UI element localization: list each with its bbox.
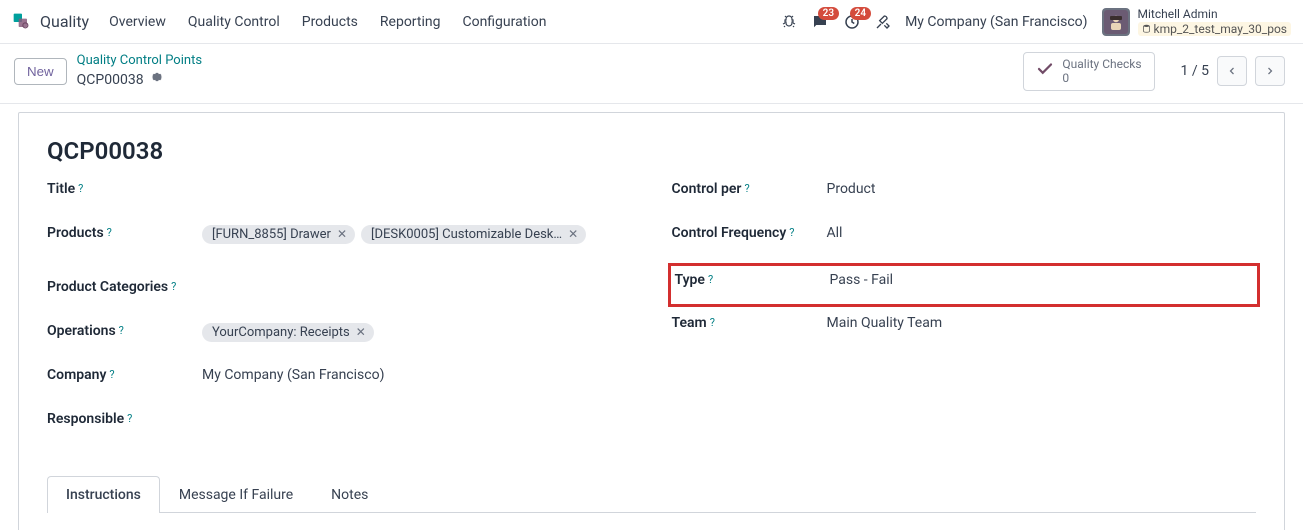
- field-operations[interactable]: YourCompany: Receipts ✕: [202, 323, 632, 342]
- label-type: Type ?: [675, 272, 830, 288]
- record-title: QCP00038: [47, 137, 1256, 165]
- nav-right: 23 24 My Company (San Francisco) Mitchel…: [781, 7, 1291, 36]
- label-products: Products ?: [47, 225, 202, 241]
- quality-checks-stat[interactable]: Quality Checks 0: [1023, 52, 1154, 91]
- chevron-right-icon: [1264, 65, 1276, 77]
- activities-icon[interactable]: 24: [843, 13, 861, 31]
- control-bar: New Quality Control Points QCP00038 Qual…: [0, 44, 1303, 104]
- messages-icon[interactable]: 23: [811, 13, 829, 31]
- tools-icon[interactable]: [875, 14, 891, 30]
- company-selector[interactable]: My Company (San Francisco): [905, 14, 1087, 30]
- help-icon[interactable]: ?: [127, 412, 132, 425]
- db-name: kmp_2_test_may_30_pos: [1138, 22, 1291, 36]
- label-operations: Operations ?: [47, 323, 202, 339]
- stat-label: Quality Checks: [1062, 57, 1141, 71]
- pager-text[interactable]: 1 / 5: [1181, 63, 1209, 79]
- activities-badge: 24: [850, 7, 871, 20]
- row-categories: Product Categories ?: [47, 279, 632, 305]
- product-tag[interactable]: [FURN_8855] Drawer ✕: [202, 225, 355, 244]
- tab-instructions[interactable]: Instructions: [47, 476, 160, 513]
- stat-texts: Quality Checks 0: [1062, 57, 1141, 86]
- row-frequency: Control Frequency ? All: [672, 225, 1257, 251]
- nav-quality-control[interactable]: Quality Control: [188, 14, 280, 30]
- tab-message-failure[interactable]: Message If Failure: [160, 476, 312, 513]
- help-icon[interactable]: ?: [107, 226, 112, 239]
- field-company[interactable]: My Company (San Francisco): [202, 367, 632, 383]
- row-control-per: Control per ? Product: [672, 181, 1257, 207]
- top-nav: Quality Overview Quality Control Product…: [0, 0, 1303, 44]
- pager-prev[interactable]: [1217, 56, 1247, 86]
- help-icon[interactable]: ?: [171, 280, 176, 293]
- sheet-scroll[interactable]: QCP00038 Title ? Products ? [FURN_8855] …: [0, 104, 1303, 530]
- close-icon[interactable]: ✕: [568, 227, 578, 241]
- tab-notes[interactable]: Notes: [312, 476, 387, 513]
- notebook-tabs: Instructions Message If Failure Notes: [47, 475, 1256, 513]
- label-company: Company ?: [47, 367, 202, 383]
- user-menu[interactable]: Mitchell Admin kmp_2_test_may_30_pos: [1102, 7, 1291, 36]
- help-icon[interactable]: ?: [710, 316, 715, 329]
- close-icon[interactable]: ✕: [356, 325, 366, 339]
- breadcrumb: Quality Control Points QCP00038: [77, 53, 202, 89]
- field-control-per[interactable]: Product: [827, 181, 1257, 197]
- user-name: Mitchell Admin: [1138, 7, 1291, 21]
- breadcrumb-parent[interactable]: Quality Control Points: [77, 53, 202, 70]
- operation-tag[interactable]: YourCompany: Receipts ✕: [202, 323, 374, 342]
- close-icon[interactable]: ✕: [337, 227, 347, 241]
- row-products: Products ? [FURN_8855] Drawer ✕ [DESK000…: [47, 225, 632, 251]
- help-icon[interactable]: ?: [78, 182, 83, 195]
- stat-count: 0: [1062, 71, 1141, 85]
- row-responsible: Responsible ?: [47, 411, 632, 437]
- avatar: [1102, 8, 1130, 36]
- label-team: Team ?: [672, 315, 827, 331]
- row-type: Type ? Pass - Fail: [675, 272, 1254, 298]
- help-icon[interactable]: ?: [789, 226, 794, 239]
- help-icon[interactable]: ?: [708, 273, 713, 286]
- app-name[interactable]: Quality: [40, 12, 89, 31]
- help-icon[interactable]: ?: [119, 324, 124, 337]
- nav-menu: Overview Quality Control Products Report…: [109, 14, 546, 30]
- user-texts: Mitchell Admin kmp_2_test_may_30_pos: [1138, 7, 1291, 36]
- row-team: Team ? Main Quality Team: [672, 315, 1257, 341]
- highlight-type: Type ? Pass - Fail: [668, 263, 1261, 307]
- label-frequency: Control Frequency ?: [672, 225, 827, 241]
- check-icon: [1036, 60, 1054, 82]
- form-sheet: QCP00038 Title ? Products ? [FURN_8855] …: [18, 112, 1285, 530]
- gear-icon[interactable]: [150, 70, 164, 89]
- field-frequency[interactable]: All: [827, 225, 1257, 241]
- row-title: Title ?: [47, 181, 632, 207]
- help-icon[interactable]: ?: [744, 182, 749, 195]
- breadcrumb-current: QCP00038: [77, 70, 202, 89]
- form-columns: Title ? Products ? [FURN_8855] Drawer ✕ …: [47, 181, 1256, 455]
- chevron-left-icon: [1226, 65, 1238, 77]
- field-products[interactable]: [FURN_8855] Drawer ✕ [DESK0005] Customiz…: [202, 225, 632, 244]
- pager-next[interactable]: [1255, 56, 1285, 86]
- form-col-right: Control per ? Product Control Frequency …: [672, 181, 1257, 455]
- app-icon[interactable]: [12, 12, 32, 32]
- field-type[interactable]: Pass - Fail: [830, 272, 1254, 288]
- product-tag[interactable]: [DESK0005] Customizable Desk… ✕: [361, 225, 586, 244]
- nav-products[interactable]: Products: [302, 14, 358, 30]
- label-title: Title ?: [47, 181, 202, 197]
- form-col-left: Title ? Products ? [FURN_8855] Drawer ✕ …: [47, 181, 632, 455]
- label-categories: Product Categories ?: [47, 279, 202, 295]
- row-operations: Operations ? YourCompany: Receipts ✕: [47, 323, 632, 349]
- pager: 1 / 5: [1181, 56, 1285, 86]
- debug-icon[interactable]: [781, 14, 797, 30]
- nav-configuration[interactable]: Configuration: [462, 14, 546, 30]
- tab-content-instructions[interactable]: Quality Control For Drawer's Parts By Ma…: [47, 513, 1256, 530]
- field-team[interactable]: Main Quality Team: [827, 315, 1257, 331]
- nav-overview[interactable]: Overview: [109, 14, 166, 30]
- row-company: Company ? My Company (San Francisco): [47, 367, 632, 393]
- label-responsible: Responsible ?: [47, 411, 202, 427]
- messages-badge: 23: [818, 7, 839, 20]
- database-icon: [1142, 24, 1151, 33]
- label-control-per: Control per ?: [672, 181, 827, 197]
- help-icon[interactable]: ?: [109, 368, 114, 381]
- nav-reporting[interactable]: Reporting: [380, 14, 441, 30]
- new-button[interactable]: New: [14, 58, 67, 85]
